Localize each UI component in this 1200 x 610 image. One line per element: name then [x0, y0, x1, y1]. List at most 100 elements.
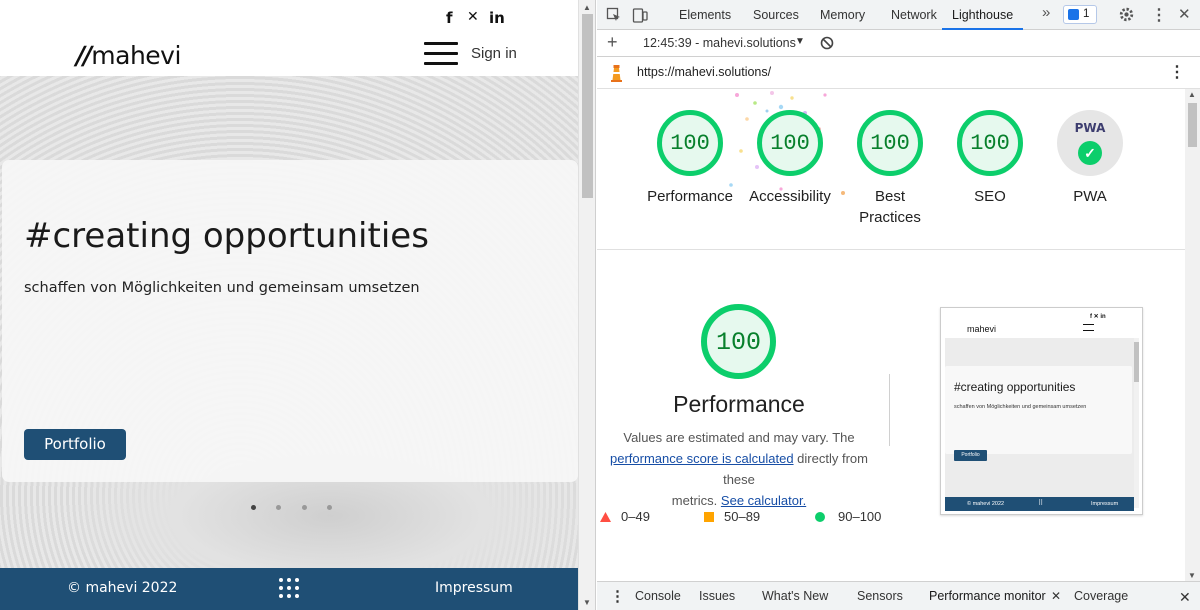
- slider-dot-3[interactable]: [302, 505, 307, 510]
- performance-score-large: 100: [715, 328, 761, 357]
- gauge-accessibility-label: Accessibility: [749, 188, 831, 205]
- website-scrollbar[interactable]: ▲ ▼: [578, 0, 596, 610]
- scroll-up-icon[interactable]: ▲: [1188, 90, 1196, 99]
- average-square-icon: [704, 512, 714, 522]
- facebook-icon[interactable]: f: [446, 9, 453, 27]
- see-calculator-link[interactable]: See calculator.: [721, 493, 806, 508]
- perf-desc-text-3: metrics.: [671, 493, 718, 508]
- tab-network[interactable]: Network: [891, 0, 937, 30]
- new-report-icon[interactable]: +: [607, 32, 618, 53]
- legend-pass-label: 90–100: [838, 509, 882, 524]
- thumb-copyright: © mahevi 2022: [967, 501, 1005, 507]
- close-devtools-icon[interactable]: ✕: [1178, 5, 1191, 23]
- scroll-up-icon[interactable]: ▲: [583, 3, 591, 12]
- thumb-menu-icon: [1083, 324, 1094, 331]
- lighthouse-report: 100 Performance 100 Accessibility 100 Be…: [597, 89, 1185, 581]
- devtools-panel: Elements Sources Memory Network Lighthou…: [597, 0, 1200, 610]
- linkedin-icon[interactable]: in: [489, 9, 505, 27]
- issues-icon: [1068, 9, 1079, 20]
- report-url[interactable]: https://mahevi.solutions/: [637, 65, 771, 79]
- gauge-pwa-label: PWA: [1073, 188, 1107, 205]
- report-selector[interactable]: 12:45:39 - mahevi.solutions: [643, 36, 796, 50]
- drawer-tab-coverage[interactable]: Coverage: [1074, 589, 1128, 603]
- tab-elements[interactable]: Elements: [679, 0, 731, 30]
- hero-subtitle: schaffen von Möglichkeiten und gemeinsam…: [24, 280, 420, 296]
- perf-desc-text-1: Values are estimated and may vary. The: [623, 430, 855, 445]
- drawer-tab-whats-new[interactable]: What's New: [762, 589, 828, 603]
- page-screenshot-thumbnail[interactable]: f ✕ in mahevi #creating opportunities sc…: [940, 307, 1143, 515]
- portfolio-button[interactable]: Portfolio: [24, 429, 126, 460]
- gauge-performance-label: Performance: [647, 188, 733, 205]
- divider: [597, 249, 1185, 250]
- slider-dot-1[interactable]: [251, 505, 256, 510]
- gauge-performance[interactable]: 100: [657, 110, 723, 176]
- drawer-tab-console[interactable]: Console: [635, 589, 681, 603]
- legend-pass: 90–100: [815, 509, 881, 524]
- thumb-grid-icon: ⠿: [1038, 500, 1044, 507]
- thumb-social-icons: f ✕ in: [1090, 314, 1106, 320]
- apps-grid-icon[interactable]: [279, 578, 299, 598]
- report-url-bar: https://mahevi.solutions/ ⋮: [597, 57, 1200, 89]
- close-drawer-icon[interactable]: ✕: [1179, 589, 1191, 606]
- site-logo[interactable]: ∕∕mahevi: [76, 41, 181, 70]
- signin-link[interactable]: Sign in: [471, 45, 517, 62]
- inspect-element-icon[interactable]: [606, 7, 622, 23]
- thumb-headline: #creating opportunities: [954, 380, 1076, 394]
- drawer-menu-icon[interactable]: ⋮: [610, 587, 625, 605]
- website-viewport: f ✕ in ∕∕mahevi Sign in #creating opport…: [0, 0, 580, 610]
- more-tabs-icon[interactable]: »: [1042, 4, 1050, 21]
- close-tab-icon[interactable]: ✕: [1051, 589, 1061, 603]
- gauge-best-practices[interactable]: 100: [857, 110, 923, 176]
- performance-title: Performance: [673, 391, 805, 417]
- scroll-down-icon[interactable]: ▼: [1188, 571, 1196, 580]
- menu-icon[interactable]: [424, 42, 458, 66]
- drawer-tab-performance-monitor[interactable]: Performance monitor: [929, 589, 1046, 603]
- gauge-performance-score: 100: [670, 131, 710, 156]
- performance-score-link[interactable]: performance score is calculated: [610, 451, 794, 466]
- scrollbar-thumb[interactable]: [582, 14, 593, 198]
- devtools-tabbar: Elements Sources Memory Network Lighthou…: [597, 0, 1200, 30]
- performance-gauge-large: 100: [701, 304, 776, 379]
- tab-sources[interactable]: Sources: [753, 0, 799, 30]
- clear-icon[interactable]: [820, 36, 834, 50]
- kebab-menu-icon[interactable]: ⋮: [1151, 5, 1167, 25]
- chevron-down-icon[interactable]: ▼: [795, 36, 805, 47]
- gauge-best-practices-label: Best Practices: [859, 188, 921, 226]
- thumb-hero: #creating opportunities schaffen von Mög…: [945, 338, 1134, 498]
- fail-triangle-icon: [600, 512, 611, 522]
- thumb-footer: © mahevi 2022 ⠿ Impressum: [945, 497, 1134, 511]
- slider-dot-4[interactable]: [327, 505, 332, 510]
- report-menu-icon[interactable]: ⋮: [1169, 62, 1185, 82]
- logo-mark: ∕∕: [76, 41, 92, 70]
- thumb-subtitle: schaffen von Möglichkeiten und gemeinsam…: [954, 404, 1087, 410]
- vertical-divider: [889, 374, 890, 446]
- performance-description: Values are estimated and may vary. The p…: [597, 427, 881, 511]
- gauge-seo[interactable]: 100: [957, 110, 1023, 176]
- drawer-tab-sensors[interactable]: Sensors: [857, 589, 903, 603]
- legend-fail-label: 0–49: [621, 509, 650, 524]
- check-icon: ✓: [1078, 141, 1102, 165]
- gauge-seo-label: SEO: [974, 188, 1006, 205]
- lighthouse-toolbar: + 12:45:39 - mahevi.solutions ▼: [597, 30, 1200, 57]
- hero-card: #creating opportunities schaffen von Mög…: [2, 160, 578, 482]
- gear-icon[interactable]: [1118, 6, 1135, 23]
- thumb-impressum: Impressum: [1091, 501, 1119, 507]
- thumb-portfolio-button: Portfolio: [954, 450, 987, 461]
- xing-icon[interactable]: ✕: [467, 9, 479, 25]
- gauge-pwa[interactable]: PWA ✓: [1057, 110, 1123, 176]
- tab-lighthouse[interactable]: Lighthouse: [942, 0, 1024, 30]
- pwa-badge-icon: PWA: [1074, 121, 1106, 135]
- devtools-drawer-tabbar: ⋮ Console Issues What's New Sensors Perf…: [597, 581, 1200, 610]
- impressum-link[interactable]: Impressum: [435, 580, 513, 596]
- issues-counter[interactable]: 1: [1063, 5, 1097, 24]
- tab-memory[interactable]: Memory: [820, 0, 865, 30]
- device-toolbar-icon[interactable]: [632, 7, 648, 23]
- hero-section: #creating opportunities schaffen von Mög…: [0, 76, 580, 568]
- scrollbar-thumb[interactable]: [1188, 103, 1197, 147]
- logo-text: mahevi: [91, 41, 181, 70]
- scroll-down-icon[interactable]: ▼: [583, 598, 591, 607]
- drawer-tab-issues[interactable]: Issues: [699, 589, 735, 603]
- report-scrollbar[interactable]: ▲ ▼: [1185, 89, 1200, 581]
- slider-dot-2[interactable]: [276, 505, 281, 510]
- gauge-accessibility[interactable]: 100: [757, 110, 823, 176]
